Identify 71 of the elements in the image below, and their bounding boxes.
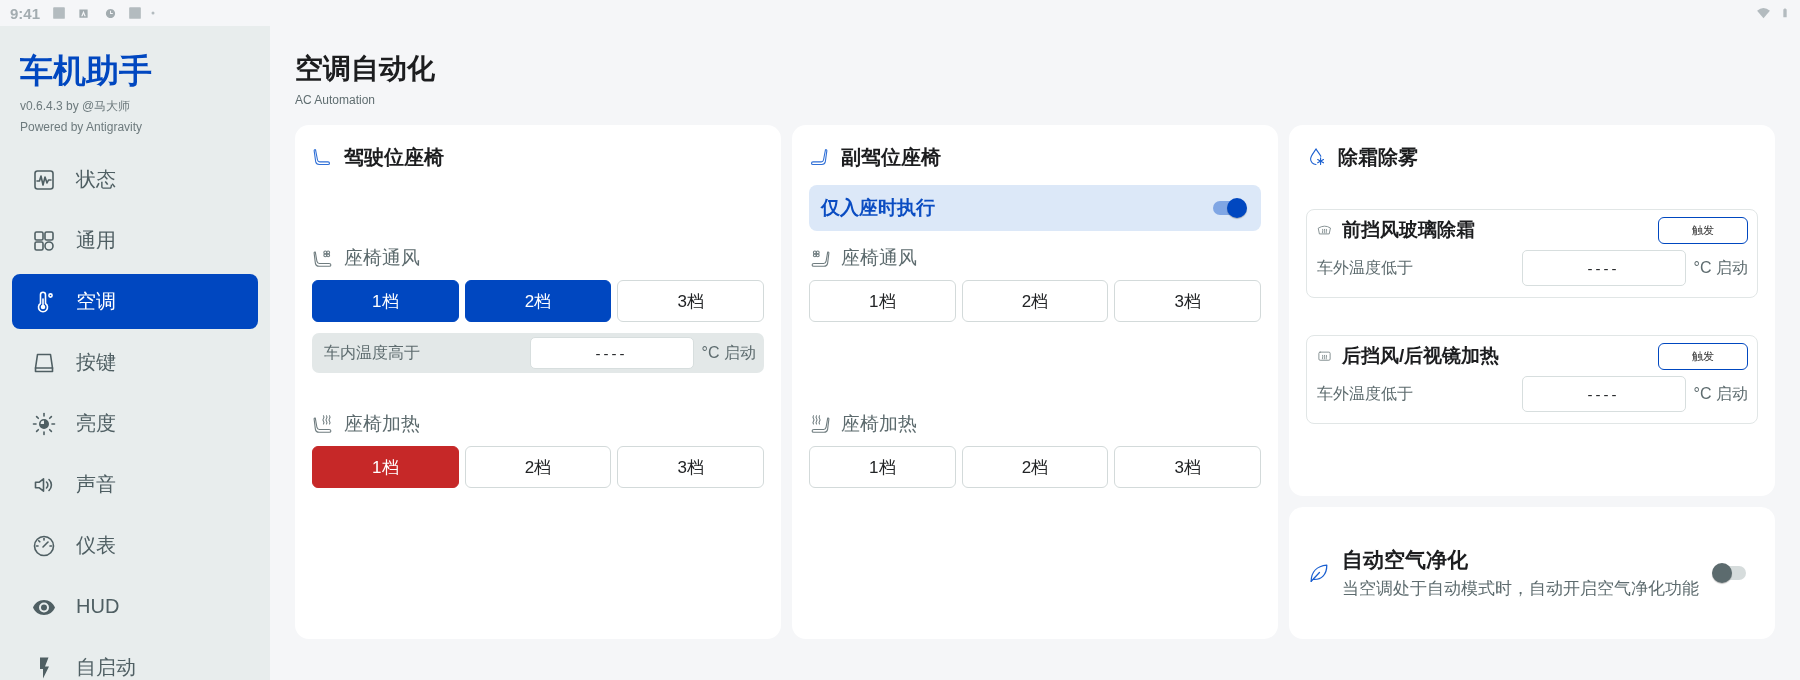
condition-label: 车内温度高于 xyxy=(324,342,421,363)
level-button[interactable]: 3档 xyxy=(1114,446,1261,488)
nav-item[interactable]: 自启动 xyxy=(12,640,258,680)
nav-item[interactable]: 声音 xyxy=(12,457,258,512)
level-button[interactable]: 2档 xyxy=(464,280,612,322)
card-title: 副驾位座椅 xyxy=(841,144,941,170)
card-title: 自动空气净化 xyxy=(1342,547,1469,573)
condition-label: 车外温度低于 xyxy=(1317,383,1414,404)
nav-item[interactable]: 仪表 xyxy=(12,518,258,573)
dot-icon xyxy=(150,10,157,16)
seat-icon xyxy=(809,147,829,167)
section-label: 座椅加热 xyxy=(344,412,420,436)
nav-item[interactable]: HUD xyxy=(12,579,258,634)
gauge-icon xyxy=(32,533,56,558)
square-icon xyxy=(52,6,67,20)
powered-by-text: Powered by Antigravity xyxy=(20,119,143,135)
status-time: 9:41 xyxy=(10,4,41,22)
section-label: 座椅加热 xyxy=(841,412,917,436)
defrost-title: 前挡风玻璃除霜 xyxy=(1342,218,1476,242)
temperature-field[interactable]: ---- xyxy=(1521,250,1686,286)
temperature-field[interactable]: ---- xyxy=(1521,376,1686,412)
brightness-icon xyxy=(32,411,56,436)
level-button[interactable]: 1档 xyxy=(809,280,956,322)
leaf-icon xyxy=(1308,562,1330,584)
trigger-button[interactable]: 触发 xyxy=(1658,216,1748,244)
nav-item[interactable]: 通用 xyxy=(12,213,258,268)
pulse-icon xyxy=(32,167,56,192)
version-text: v0.6.4.3 by @马大师 xyxy=(20,98,131,114)
toggle-switch[interactable] xyxy=(1211,197,1247,219)
level-button[interactable]: 1档 xyxy=(312,446,459,488)
grid-icon xyxy=(32,228,56,253)
windshield-heat-icon xyxy=(1317,222,1332,238)
seat-icon xyxy=(312,147,332,167)
unit-label: °C 启动 xyxy=(1693,383,1748,404)
app-title: 车机助手 xyxy=(20,51,152,91)
card-title: 驾驶位座椅 xyxy=(344,144,444,170)
level-button[interactable]: 2档 xyxy=(464,446,612,488)
trigger-button[interactable]: 触发 xyxy=(1658,342,1748,370)
clock-icon xyxy=(105,7,117,19)
level-button[interactable]: 1档 xyxy=(312,280,459,322)
level-button[interactable]: 3档 xyxy=(1114,280,1261,322)
level-button[interactable]: 2档 xyxy=(961,446,1109,488)
seat-fan-icon xyxy=(312,247,334,269)
nav-item[interactable]: 状态 xyxy=(12,152,258,207)
level-button[interactable]: 1档 xyxy=(809,446,956,488)
nav-item[interactable]: 空调 xyxy=(12,274,258,329)
card-description: 当空调处于自动模式时，自动开启空气净化功能 xyxy=(1342,578,1700,600)
battery-icon xyxy=(1780,6,1790,20)
condition-label: 车外温度低于 xyxy=(1317,257,1414,278)
seat-fan-icon xyxy=(809,247,831,269)
section-label: 座椅通风 xyxy=(344,246,420,270)
nav-item[interactable]: 按键 xyxy=(12,335,258,390)
page-title: 空调自动化 xyxy=(295,52,435,86)
temperature-field[interactable]: ---- xyxy=(529,337,694,369)
seat-heat-icon xyxy=(312,413,334,435)
toggle-switch[interactable] xyxy=(1712,562,1748,584)
seat-heat-icon xyxy=(809,413,831,435)
level-button[interactable]: 3档 xyxy=(617,280,764,322)
section-label: 座椅通风 xyxy=(841,246,917,270)
defrost-title: 后挡风/后视镜加热 xyxy=(1342,344,1501,368)
unit-label: °C 启动 xyxy=(701,342,756,363)
unit-label: °C 启动 xyxy=(1693,257,1748,278)
card-title: 除霜除雾 xyxy=(1338,144,1418,170)
page-subtitle: AC Automation xyxy=(295,93,376,107)
wifi-icon xyxy=(1755,6,1772,20)
rear-window-heat-icon xyxy=(1317,348,1332,364)
level-button[interactable]: 2档 xyxy=(961,280,1109,322)
square-icon xyxy=(128,6,143,20)
nav-item[interactable]: 亮度 xyxy=(12,396,258,451)
level-button[interactable]: 3档 xyxy=(617,446,764,488)
option-label: 仅入座时执行 xyxy=(821,196,935,220)
